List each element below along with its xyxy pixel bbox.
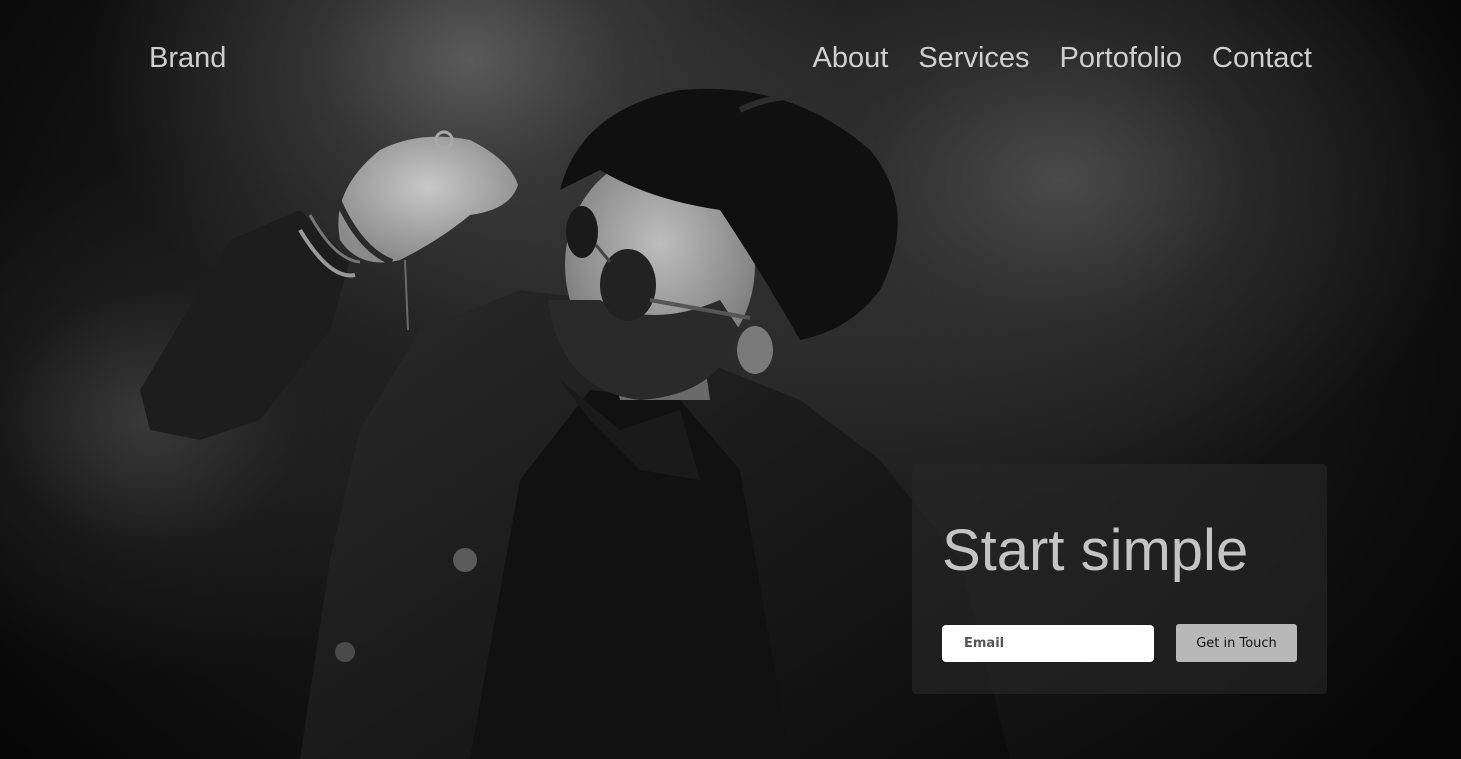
- nav-link-contact[interactable]: Contact: [1212, 42, 1312, 75]
- coat-button-shape: [453, 548, 477, 572]
- signup-card: Start simple Get in Touch: [912, 464, 1327, 694]
- nav-link-about[interactable]: About: [813, 42, 889, 75]
- nav-link-portofolio[interactable]: Portofolio: [1060, 42, 1183, 75]
- sunglasses-left: [566, 206, 598, 258]
- nav-links: About Services Portofolio Contact: [813, 42, 1312, 75]
- get-in-touch-button[interactable]: Get in Touch: [1176, 624, 1297, 662]
- arm-sleeve-shape: [140, 210, 350, 440]
- email-input[interactable]: [942, 624, 1154, 662]
- nav-link-services[interactable]: Services: [918, 42, 1029, 75]
- coat-button-shape-2: [335, 642, 355, 662]
- hero-section: Brand About Services Portofolio Contact …: [0, 0, 1461, 759]
- top-navigation: Brand About Services Portofolio Contact: [149, 40, 1312, 76]
- brand-logo-link[interactable]: Brand: [149, 42, 226, 75]
- signup-form: Get in Touch: [942, 624, 1297, 662]
- hero-title: Start simple: [942, 518, 1249, 583]
